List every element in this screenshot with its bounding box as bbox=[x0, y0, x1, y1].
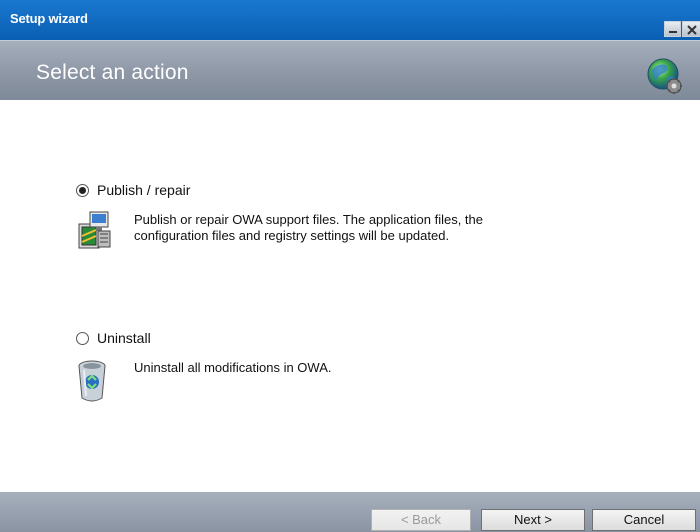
publish-repair-description: Publish or repair OWA support files. The… bbox=[134, 212, 554, 244]
uninstall-label[interactable]: Uninstall bbox=[97, 330, 151, 346]
wizard-header: Select an action bbox=[0, 40, 700, 100]
next-button[interactable]: Next > bbox=[481, 509, 585, 531]
cancel-button[interactable]: Cancel bbox=[592, 509, 696, 531]
window-title: Setup wizard bbox=[10, 11, 88, 26]
option-publish-repair[interactable]: Publish / repair Publish or repair OWA s… bbox=[76, 180, 483, 260]
recycle-bin-icon bbox=[78, 360, 106, 402]
wizard-content: Publish / repair Publish or repair OWA s… bbox=[0, 100, 700, 492]
publish-repair-description-line2: configuration files and registry setting… bbox=[134, 228, 450, 243]
globe-settings-icon bbox=[647, 58, 682, 94]
install-package-icon bbox=[78, 211, 111, 249]
publish-repair-label[interactable]: Publish / repair bbox=[97, 182, 190, 198]
page-title: Select an action bbox=[36, 61, 189, 84]
uninstall-description-line1: Uninstall all modifications in OWA. bbox=[134, 360, 332, 375]
back-button[interactable]: < Back bbox=[371, 509, 471, 531]
option-uninstall[interactable]: Uninstall Uninstall all modifications in… bbox=[76, 328, 331, 408]
uninstall-description: Uninstall all modifications in OWA. bbox=[134, 360, 554, 376]
publish-repair-description-line1: Publish or repair OWA support files. The… bbox=[134, 212, 484, 227]
close-icon bbox=[687, 25, 697, 35]
minimize-button[interactable] bbox=[664, 21, 681, 37]
close-button[interactable] bbox=[682, 21, 700, 37]
wizard-footer: < Back Next > Cancel bbox=[0, 492, 700, 532]
title-bar: Setup wizard bbox=[0, 0, 700, 40]
publish-repair-radio[interactable] bbox=[76, 183, 89, 197]
uninstall-radio[interactable] bbox=[76, 331, 89, 345]
